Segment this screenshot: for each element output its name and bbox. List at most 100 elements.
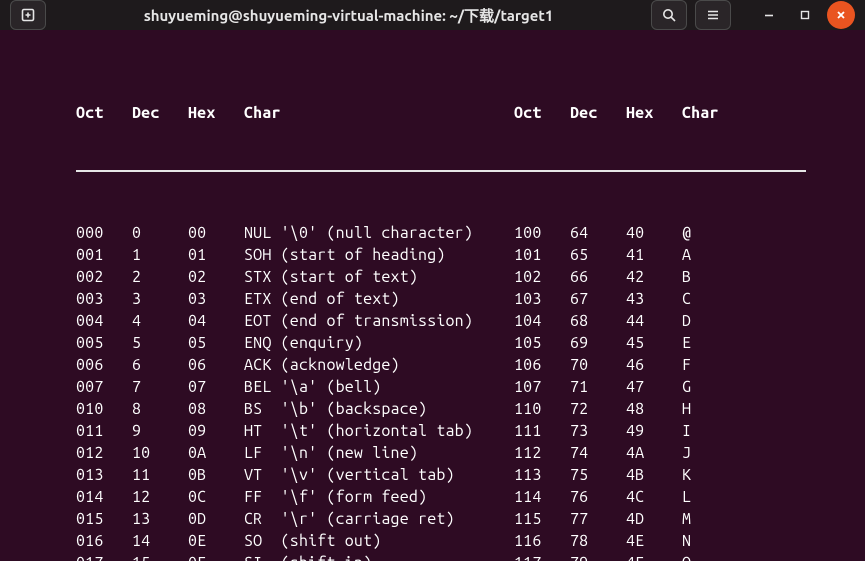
- cell-char2: G: [682, 376, 722, 398]
- cell-hex: 0D: [188, 508, 244, 530]
- hdr-hex: Hex: [188, 102, 244, 124]
- cell-oct2: 115: [514, 508, 570, 530]
- hdr-char2: Char: [682, 102, 722, 124]
- cell-char2: C: [682, 288, 722, 310]
- cell-dec: 6: [132, 354, 188, 376]
- terminal-body[interactable]: Oct Dec Hex Char Oct Dec Hex Char 000000…: [0, 30, 865, 561]
- title-wrap: shuyueming@shuyueming-virtual-machine: ~…: [54, 5, 643, 26]
- cell-char2: O: [682, 552, 722, 561]
- cell-char: SI (shift in): [244, 552, 514, 561]
- cell-dec: 2: [132, 266, 188, 288]
- cell-hex2: 42: [626, 266, 682, 288]
- table-row: 005505ENQ (enquiry)1056945E: [76, 332, 865, 354]
- new-tab-button[interactable]: [10, 0, 46, 30]
- cell-hex: 09: [188, 420, 244, 442]
- header-rule: [76, 170, 806, 172]
- window-title: shuyueming@shuyueming-virtual-machine: ~…: [144, 5, 554, 26]
- cell-oct2: 100: [514, 222, 570, 244]
- cell-char: VT '\v' (vertical tab): [244, 464, 514, 486]
- cell-oct: 016: [76, 530, 132, 552]
- maximize-button[interactable]: [791, 1, 819, 29]
- cell-char: CR '\r' (carriage ret): [244, 508, 514, 530]
- cell-oct: 005: [76, 332, 132, 354]
- hdr-oct2: Oct: [514, 102, 570, 124]
- close-icon: [835, 9, 847, 21]
- cell-oct2: 107: [514, 376, 570, 398]
- hdr-char: Char: [244, 102, 514, 124]
- cell-dec2: 79: [570, 552, 626, 561]
- cell-dec: 10: [132, 442, 188, 464]
- table-row: 001101SOH (start of heading)1016541A: [76, 244, 865, 266]
- cell-char: FF '\f' (form feed): [244, 486, 514, 508]
- cell-oct2: 105: [514, 332, 570, 354]
- cell-hex2: 45: [626, 332, 682, 354]
- cell-hex: 0A: [188, 442, 244, 464]
- cell-char: HT '\t' (horizontal tab): [244, 420, 514, 442]
- cell-hex: 00: [188, 222, 244, 244]
- table-row: 006606ACK (acknowledge)1067046F: [76, 354, 865, 376]
- table-row: 007707BEL '\a' (bell)1077147G: [76, 376, 865, 398]
- cell-hex: 03: [188, 288, 244, 310]
- cell-dec: 12: [132, 486, 188, 508]
- cell-hex: 06: [188, 354, 244, 376]
- cell-oct2: 112: [514, 442, 570, 464]
- cell-dec: 14: [132, 530, 188, 552]
- cell-char2: @: [682, 222, 722, 244]
- cell-dec2: 66: [570, 266, 626, 288]
- cell-dec: 0: [132, 222, 188, 244]
- close-button[interactable]: [827, 1, 855, 29]
- cell-oct2: 114: [514, 486, 570, 508]
- table-row: 000000NUL '\0' (null character)1006440@: [76, 222, 865, 244]
- search-button[interactable]: [651, 0, 687, 30]
- menu-button[interactable]: [695, 0, 731, 30]
- cell-char: BEL '\a' (bell): [244, 376, 514, 398]
- cell-hex2: 47: [626, 376, 682, 398]
- cell-oct: 013: [76, 464, 132, 486]
- cell-dec: 3: [132, 288, 188, 310]
- cell-char2: L: [682, 486, 722, 508]
- table-row: 004404EOT (end of transmission)1046844D: [76, 310, 865, 332]
- cell-char2: F: [682, 354, 722, 376]
- cell-char: LF '\n' (new line): [244, 442, 514, 464]
- cell-dec2: 77: [570, 508, 626, 530]
- cell-dec2: 73: [570, 420, 626, 442]
- cell-oct2: 101: [514, 244, 570, 266]
- cell-hex2: 4B: [626, 464, 682, 486]
- maximize-icon: [799, 9, 811, 21]
- cell-oct: 014: [76, 486, 132, 508]
- new-tab-icon: [20, 7, 36, 23]
- table-row: 013110BVT '\v' (vertical tab)113754BK: [76, 464, 865, 486]
- cell-hex2: 48: [626, 398, 682, 420]
- cell-hex: 0B: [188, 464, 244, 486]
- cell-oct: 000: [76, 222, 132, 244]
- cell-oct2: 110: [514, 398, 570, 420]
- cell-oct2: 102: [514, 266, 570, 288]
- cell-char: SOH (start of heading): [244, 244, 514, 266]
- cell-hex: 07: [188, 376, 244, 398]
- cell-oct: 017: [76, 552, 132, 561]
- cell-char2: K: [682, 464, 722, 486]
- cell-char: EOT (end of transmission): [244, 310, 514, 332]
- cell-char2: A: [682, 244, 722, 266]
- table-row: 011909HT '\t' (horizontal tab)1117349I: [76, 420, 865, 442]
- cell-dec2: 78: [570, 530, 626, 552]
- cell-hex2: 4C: [626, 486, 682, 508]
- cell-char: SO (shift out): [244, 530, 514, 552]
- cell-dec2: 69: [570, 332, 626, 354]
- cell-oct: 015: [76, 508, 132, 530]
- cell-dec2: 67: [570, 288, 626, 310]
- cell-dec2: 75: [570, 464, 626, 486]
- cell-oct: 006: [76, 354, 132, 376]
- cell-dec2: 68: [570, 310, 626, 332]
- cell-hex2: 44: [626, 310, 682, 332]
- cell-hex: 05: [188, 332, 244, 354]
- cell-oct2: 103: [514, 288, 570, 310]
- cell-oct: 002: [76, 266, 132, 288]
- cell-char2: B: [682, 266, 722, 288]
- cell-dec2: 70: [570, 354, 626, 376]
- hdr-hex2: Hex: [626, 102, 682, 124]
- minimize-button[interactable]: [755, 1, 783, 29]
- cell-char2: D: [682, 310, 722, 332]
- cell-dec2: 71: [570, 376, 626, 398]
- cell-char2: M: [682, 508, 722, 530]
